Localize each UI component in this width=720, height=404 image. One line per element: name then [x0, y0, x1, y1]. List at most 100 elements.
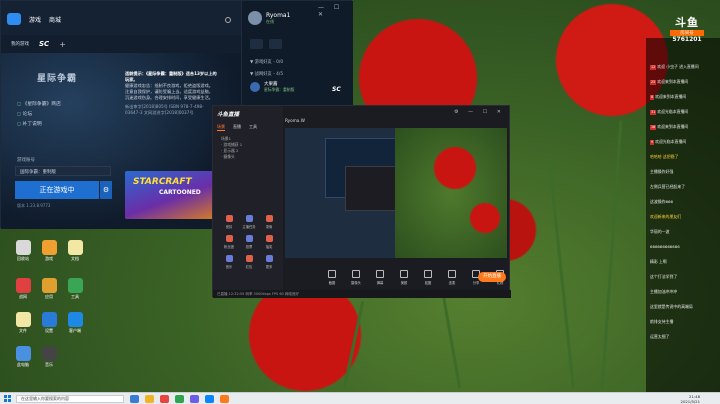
taskbar-app-icon[interactable] [205, 395, 214, 403]
chat-message: 前排支持主播 [650, 319, 673, 324]
desktop-icon[interactable]: 应用 [38, 278, 60, 300]
game-logo: 星际争霸 [37, 74, 78, 84]
clock-date: 2021/5/21 [680, 399, 700, 404]
friend-status: 星际争霸：重制版 [264, 87, 295, 92]
toolbar-cohost[interactable]: 连麦 [445, 270, 459, 285]
taskbar-app-icon[interactable] [130, 395, 139, 403]
chat-message-text: 精彩 上啊 [650, 259, 667, 264]
toolbar-sticker[interactable]: 贴图 [421, 270, 435, 285]
chat-message-text: 这个打法学到了 [650, 274, 678, 279]
tool-more[interactable]: 更多 [259, 254, 279, 270]
user-status: 在线 [266, 18, 274, 24]
bell-icon[interactable] [225, 17, 231, 23]
desktop-icon[interactable]: 游戏 [38, 240, 60, 262]
scene-item[interactable]: · 摄像头 [221, 154, 277, 160]
desktop-icon[interactable]: 音乐 [38, 346, 60, 368]
tool-guess[interactable]: 竞猜 [219, 214, 239, 230]
create-group-icon[interactable] [269, 39, 282, 49]
taskbar-app-icon[interactable] [160, 395, 169, 403]
tool-record[interactable]: 录像 [259, 214, 279, 230]
tab-scenes[interactable]: 场景 [217, 124, 225, 131]
tool-vote[interactable]: 投票 [239, 234, 259, 250]
user-level-badge: 8 [650, 95, 655, 100]
chat-message: 这里就是传说中的高端局 [650, 304, 693, 309]
friend-avatar [250, 82, 260, 92]
system-tray-clock[interactable]: 21:48 2021/5/21 [640, 394, 700, 404]
battlenet-logo-icon[interactable] [7, 13, 21, 25]
version-text: 版本 1.23.8.9773 [17, 203, 51, 208]
chat-message: 16 欢迎来到本直播间 [650, 124, 688, 130]
tab-tools[interactable]: 工具 [249, 124, 257, 131]
chat-message: 华丽的一波 [650, 229, 669, 234]
chat-message-text: 这波操作666 [650, 199, 673, 204]
friend-group-battlenet[interactable]: ▼ 战网好友 - 4/5 [250, 71, 283, 77]
friend-group-game[interactable]: ▼ 游戏好友 - 0/0 [250, 59, 283, 65]
chat-message: 这个打法学到了 [650, 274, 677, 279]
promo-banner[interactable]: STARCRAFT CARTOONED [125, 171, 217, 219]
desktop-icon[interactable]: 客户端 [64, 312, 86, 334]
room-id: 5761201 [672, 36, 702, 43]
link-forum[interactable]: 论坛 [17, 110, 61, 120]
tool-fans[interactable]: 粉丝团 [219, 234, 239, 250]
room-name: Ryoma.W [285, 118, 305, 123]
chat-message: 9 欢迎光临本直播间 [650, 139, 686, 145]
chat-message-text: 欢迎光临本直播间 [655, 139, 687, 144]
desktop-icon[interactable]: 回收站 [12, 240, 34, 262]
add-friend-icon[interactable] [250, 39, 263, 49]
desktop-icon-label: 客户端 [69, 328, 81, 333]
taskbar-app-icon[interactable] [190, 395, 199, 403]
tool-redpacket[interactable]: 红包 [239, 254, 259, 270]
stream-preview[interactable] [285, 128, 507, 258]
desktop-icon[interactable]: 此电脑 [12, 346, 34, 368]
tab-my-games[interactable]: 我的游戏 [11, 41, 29, 47]
gear-icon[interactable]: ⚙ [100, 181, 112, 199]
add-tab-button[interactable]: + [59, 40, 66, 49]
chat-message-text: 运营太细了 [650, 334, 670, 339]
taskbar-app-icon[interactable] [175, 395, 184, 403]
friend-item[interactable]: 大果酱 星际争霸：重制版 [250, 81, 294, 93]
user-level-badge: 31 [650, 110, 657, 115]
tool-music[interactable]: 音乐 [219, 254, 239, 270]
nav-games[interactable]: 游戏 [29, 15, 41, 24]
toolbar-screenshot[interactable]: 截图 [325, 270, 339, 285]
friend-actions [250, 39, 282, 49]
app-icon [67, 278, 83, 293]
link-shop[interactable]: 《星际争霸》商店 [17, 100, 61, 110]
toolbar-camera[interactable]: 摄像头 [349, 270, 363, 285]
chat-message-text: 欢迎来到本直播间 [657, 124, 689, 129]
link-patch-notes[interactable]: 补丁说明 [17, 120, 61, 130]
window-controls[interactable]: ⚙ — ☐ ✕ [454, 109, 505, 115]
windows-start-icon[interactable] [4, 395, 11, 402]
desktop-icon[interactable]: 设置 [38, 312, 60, 334]
go-live-button[interactable]: 开始直播 [478, 272, 506, 282]
desktop-icon[interactable]: 文档 [64, 240, 86, 262]
chat-message-text: 华丽的一波 [650, 229, 670, 234]
taskbar-search-input[interactable]: 在这里输入你要搜索的内容 [16, 395, 124, 403]
tool-grid: 竞猜 主播任务 录像 粉丝团 投票 抽奖 音乐 红包 更多 [219, 214, 279, 270]
user-profile[interactable]: Ryoma1 在线 [248, 11, 290, 25]
tab-starcraft[interactable]: SC [39, 40, 49, 48]
app-icon [41, 278, 57, 293]
desktop-icon[interactable]: 文件 [12, 312, 34, 334]
desktop-icon[interactable]: 工具 [64, 278, 86, 300]
desktop-icon[interactable]: 战网 [12, 278, 34, 300]
tab-live[interactable]: 直播 [233, 124, 241, 131]
tool-lottery[interactable]: 抽奖 [259, 234, 279, 250]
desktop-icon-label: 游戏 [45, 256, 53, 261]
taskbar-app-icon[interactable] [220, 395, 229, 403]
desktop-icon-label: 文件 [19, 328, 27, 333]
taskbar-app-icon[interactable] [145, 395, 154, 403]
avatar [248, 11, 262, 25]
tool-tasks[interactable]: 主播任务 [239, 214, 259, 230]
toolbar-danmu[interactable]: 弹幕 [373, 270, 387, 285]
play-button[interactable]: 正在游戏中 [15, 181, 99, 199]
chat-message: 欢迎新来的朋友们 [650, 214, 681, 219]
danmu-chat-overlay: 12 欢迎 小虫子 进入直播间 25 欢迎来到本直播间 8 欢迎来到本直播间 31 欢迎光临本… [646, 38, 720, 392]
window-controls[interactable]: — ☐ ✕ [318, 4, 353, 18]
nav-shop[interactable]: 商城 [49, 15, 61, 24]
game-version-select[interactable]: 国际争霸：重制版 [15, 166, 111, 176]
chat-message-text: 前排支持主播 [650, 319, 674, 324]
toolbar-beauty[interactable]: 美颜 [397, 270, 411, 285]
desktop-icon-label: 应用 [45, 294, 53, 299]
chat-message-text: 欢迎来到本直播间 [657, 79, 689, 84]
